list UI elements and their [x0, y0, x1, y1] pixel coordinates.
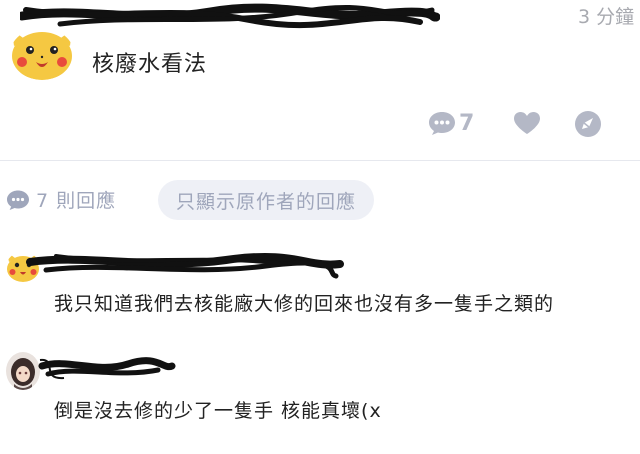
post-actions: 7 — [0, 110, 640, 138]
show-op-only-button[interactable]: 只顯示原作者的回應 — [158, 180, 374, 220]
post-card: 3 分鐘 核廢水看法 7 — [0, 0, 640, 160]
comment-item: 倒是沒去修的少了一隻手 核能真壞(x — [0, 346, 640, 436]
redacted-author-name — [20, 3, 440, 29]
speech-bubble-icon — [429, 112, 455, 135]
like-button[interactable] — [513, 111, 541, 135]
post-timestamp: 3 分鐘 — [578, 6, 635, 28]
reply-count-label: 7 則回應 — [36, 190, 117, 212]
share-icon — [575, 111, 601, 137]
speech-bubble-icon — [7, 190, 29, 210]
comment-text: 倒是沒去修的少了一隻手 核能真壞(x — [54, 400, 382, 422]
share-button[interactable] — [574, 110, 602, 138]
comment-item: 我只知道我們去核能廠大修的回來也沒有多一隻手之類的 — [0, 240, 640, 330]
redacted-commenter-name — [26, 252, 344, 279]
pikachu-avatar-icon — [12, 30, 72, 80]
comment-text: 我只知道我們去核能廠大修的回來也沒有多一隻手之類的 — [54, 293, 555, 315]
post-content: 核廢水看法 — [92, 52, 208, 77]
section-divider — [0, 160, 640, 161]
heart-icon — [514, 112, 540, 134]
anime-avatar-icon — [6, 352, 40, 390]
replies-header: 7 則回應 只顯示原作者的回應 — [0, 178, 640, 224]
comment-count: 7 — [459, 110, 475, 136]
reply-count: 7 則回應 — [6, 186, 116, 213]
redacted-commenter-name — [38, 357, 176, 380]
comment-button[interactable]: 7 — [428, 110, 474, 136]
commenter-avatar[interactable] — [6, 352, 40, 390]
author-avatar[interactable] — [10, 28, 74, 80]
